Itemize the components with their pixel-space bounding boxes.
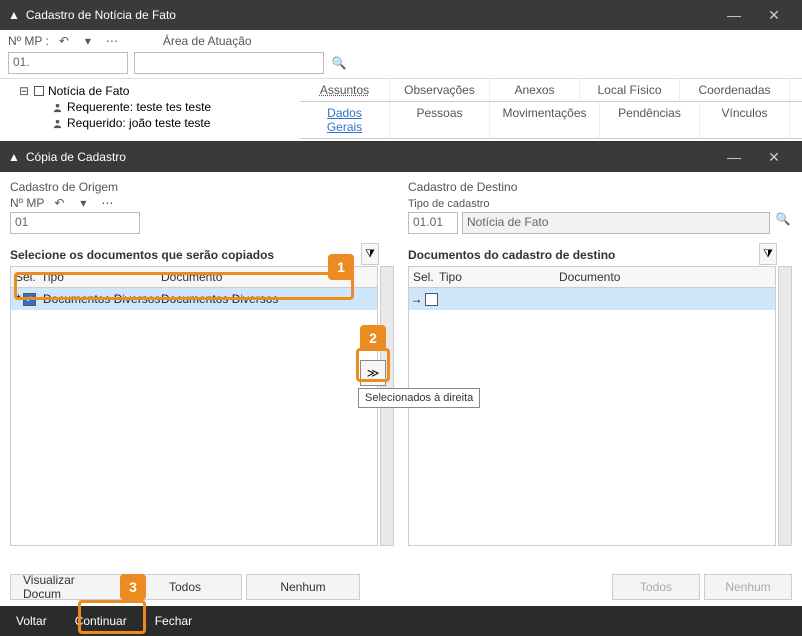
main-titlebar: ▲ Cadastro de Notícia de Fato — ✕ <box>0 0 802 30</box>
tab-vinculos[interactable]: Vínculos <box>700 102 790 138</box>
dialog-close-button[interactable]: ✕ <box>754 149 794 166</box>
minimize-button[interactable]: — <box>714 7 754 23</box>
mp-label: Nº MP : <box>8 34 49 48</box>
area-field[interactable] <box>134 52 324 74</box>
origin-mp-label: Nº MP <box>10 196 44 210</box>
dest-row[interactable]: → <box>409 288 775 310</box>
tree-root[interactable]: ⊟ Notícia de Fato <box>18 83 282 99</box>
tree-child-requerente[interactable]: Requerente: teste tes teste <box>52 99 282 115</box>
tab-assuntos[interactable]: Assuntos <box>300 79 390 101</box>
person-icon <box>52 102 63 113</box>
row-marker: → <box>411 292 423 306</box>
callout-2 <box>356 348 390 382</box>
origin-label: Cadastro de Origem <box>10 178 394 196</box>
scrollbar[interactable] <box>778 266 792 546</box>
callout-3 <box>78 600 146 634</box>
tab-observacoes[interactable]: Observações <box>390 79 490 101</box>
back-icon[interactable]: ↶ <box>55 34 73 48</box>
dest-docs-label: Documentos do cadastro de destino <box>408 248 792 262</box>
dialog-titlebar: ▲ Cópia de Cadastro — ✕ <box>0 142 802 172</box>
app-icon: ▲ <box>8 8 20 22</box>
move-tooltip: Selecionados à direita <box>358 388 480 408</box>
tab-movimentacoes[interactable]: Movimentações <box>490 102 600 138</box>
dropdown-icon[interactable]: ▾ <box>74 196 92 210</box>
tree-child-requerido[interactable]: Requerido: joão teste teste <box>52 115 282 131</box>
dest-tipo-code[interactable]: 01.01 <box>408 212 458 234</box>
dialog-minimize-button[interactable]: — <box>714 149 754 165</box>
col-sel[interactable]: Sel. <box>409 270 439 284</box>
col-doc[interactable]: Documento <box>559 270 775 284</box>
main-title: Cadastro de Notícia de Fato <box>26 8 714 22</box>
tree-root-label: Notícia de Fato <box>48 84 129 98</box>
callout-1 <box>14 272 354 300</box>
tab-coordenadas[interactable]: Coordenadas <box>680 79 790 101</box>
tab-anexos[interactable]: Anexos <box>490 79 580 101</box>
tabs-row1: Assuntos Observações Anexos Local Físico… <box>300 79 802 102</box>
dest-label: Cadastro de Destino <box>408 178 792 196</box>
dropdown-icon[interactable]: ▾ <box>79 34 97 48</box>
origin-side: Cadastro de Origem Nº MP ↶ ▾ ⋯ 01 Seleci… <box>10 178 394 546</box>
dialog-title: Cópia de Cadastro <box>26 150 714 164</box>
back-icon[interactable]: ↶ <box>50 196 68 210</box>
dest-tipo-label: Tipo de cadastro <box>408 196 792 212</box>
dest-side: Cadastro de Destino Tipo de cadastro 01.… <box>408 178 792 546</box>
row-checkbox[interactable] <box>425 293 438 306</box>
dest-grid-body[interactable]: → <box>408 288 776 546</box>
tabs-row2: Dados Gerais Pessoas Movimentações Pendê… <box>300 102 802 139</box>
mp-field[interactable]: 01. <box>8 52 128 74</box>
person-icon <box>52 118 63 129</box>
tree-child1-label: Requerente: teste tes teste <box>67 100 211 114</box>
app-icon: ▲ <box>8 150 20 164</box>
dest-grid-header: Sel. Tipo Documento <box>408 266 776 288</box>
tab-local[interactable]: Local Físico <box>580 79 680 101</box>
origin-mp-field[interactable]: 01 <box>10 212 140 234</box>
search-icon[interactable]: 🔍 <box>774 212 792 234</box>
tab-pendencias[interactable]: Pendências <box>600 102 700 138</box>
tree: ⊟ Notícia de Fato Requerente: teste tes … <box>0 79 300 135</box>
badge-3: 3 <box>120 574 146 600</box>
tab-dados-gerais[interactable]: Dados Gerais <box>300 102 390 138</box>
badge-2: 2 <box>360 325 386 351</box>
voltar-button[interactable]: Voltar <box>10 610 53 632</box>
filter-icon[interactable]: ⧩ <box>759 243 777 265</box>
dest-nenhum-button: Nenhum <box>704 574 792 600</box>
mp-row: Nº MP : ↶ ▾ ⋯ Área de Atuação <box>0 30 802 52</box>
search-icon[interactable]: 🔍 <box>330 56 348 70</box>
badge-1: 1 <box>328 254 354 280</box>
copy-dialog: ▲ Cópia de Cadastro — ✕ Cadastro de Orig… <box>0 141 802 636</box>
more-icon[interactable]: ⋯ <box>98 196 116 210</box>
dest-todos-button: Todos <box>612 574 700 600</box>
dest-tipo-text[interactable]: Notícia de Fato <box>462 212 770 234</box>
more-icon[interactable]: ⋯ <box>103 34 121 48</box>
collapse-icon[interactable]: ⊟ <box>18 84 30 98</box>
col-tipo[interactable]: Tipo <box>439 270 559 284</box>
node-icon <box>34 86 44 96</box>
tree-child2-label: Requerido: joão teste teste <box>67 116 210 130</box>
tab-pessoas[interactable]: Pessoas <box>390 102 490 138</box>
area-label: Área de Atuação <box>163 34 252 48</box>
nenhum-button[interactable]: Nenhum <box>246 574 360 600</box>
visualizar-button[interactable]: Visualizar Docum <box>10 574 124 600</box>
src-grid-body[interactable]: *✓ Documentos Diversos Documentos Divers… <box>10 288 378 546</box>
filter-icon[interactable]: ⧩ <box>361 243 379 265</box>
fechar-button[interactable]: Fechar <box>149 610 198 632</box>
close-button[interactable]: ✕ <box>754 7 794 24</box>
